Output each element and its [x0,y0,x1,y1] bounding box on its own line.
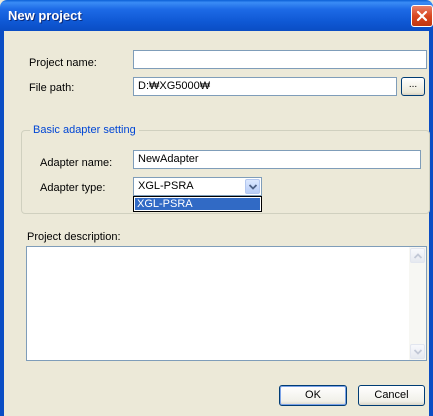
new-project-dialog: New project Project name: File path: D:₩… [0,0,433,416]
project-name-label: Project name: [29,57,97,69]
window-frame-left [0,31,4,416]
adapter-type-dropdown-list: XGL-PSRA [133,196,262,212]
chevron-down-icon [249,184,257,190]
adapter-type-select[interactable]: XGL-PSRA [133,177,262,196]
adapter-type-option[interactable]: XGL-PSRA [135,198,260,210]
close-icon [416,10,428,22]
scroll-up-button[interactable] [410,248,425,263]
chevron-up-icon [414,253,422,259]
adapter-type-label: Adapter type: [40,182,106,194]
adapter-type-selected-value: XGL-PSRA [138,180,194,192]
project-description-label: Project description: [27,231,121,243]
project-name-input[interactable] [133,50,427,69]
scroll-down-button[interactable] [410,344,425,359]
ok-button[interactable]: OK [279,385,347,406]
cancel-button[interactable]: Cancel [358,385,425,406]
adapter-type-dropdown-button[interactable] [245,179,260,194]
title-bar[interactable]: New project [0,0,433,31]
file-path-label: File path: [29,82,75,94]
adapter-name-label: Adapter name: [40,157,113,169]
file-path-input[interactable]: D:₩XG5000₩ [133,77,397,96]
adapter-name-input[interactable]: NewAdapter [133,150,421,169]
window-frame-right [429,31,433,416]
adapter-settings-group-label: Basic adapter setting [30,124,139,136]
chevron-down-icon [414,349,422,355]
close-button[interactable] [411,5,433,27]
project-description-textarea[interactable] [26,246,427,361]
description-scrollbar[interactable] [409,247,426,360]
browse-button[interactable]: ... [401,77,425,96]
dialog-title: New project [8,8,82,23]
